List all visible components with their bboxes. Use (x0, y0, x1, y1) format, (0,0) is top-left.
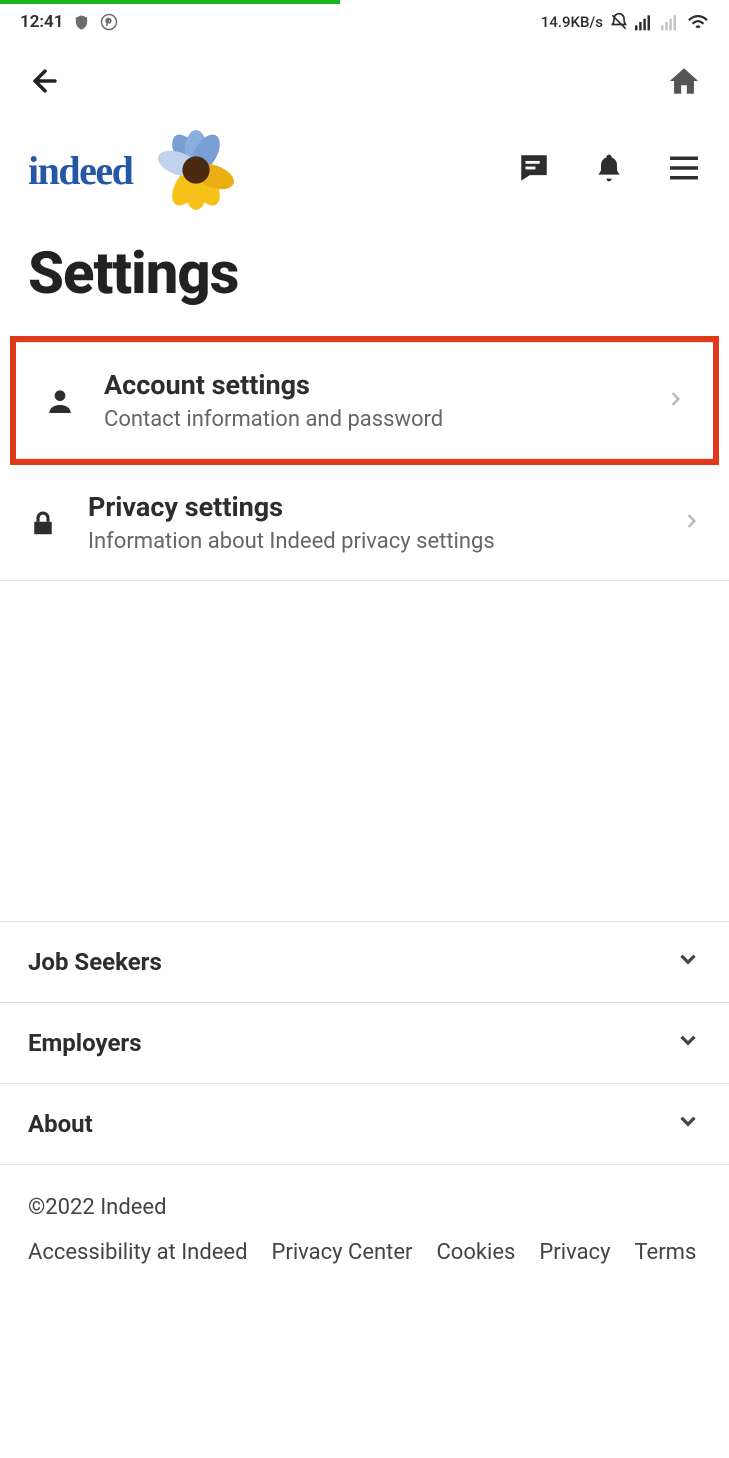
indeed-logo[interactable]: indeed (28, 147, 132, 194)
signal-icon (635, 13, 655, 31)
pinterest-icon (100, 13, 118, 31)
wifi-icon (687, 13, 709, 31)
page-title: Settings (0, 240, 729, 336)
chevron-down-icon (675, 1027, 701, 1059)
status-time: 12:41 (20, 12, 63, 32)
footer-link-accessibility[interactable]: Accessibility at Indeed (28, 1240, 247, 1265)
status-net-speed: 14.9KB/s (541, 13, 603, 31)
setting-title: Privacy settings (88, 491, 681, 523)
lock-icon (28, 508, 74, 538)
account-settings-item[interactable]: Account settings Contact information and… (16, 342, 713, 459)
footer-section-job-seekers[interactable]: Job Seekers (0, 921, 729, 1002)
footer-section-employers[interactable]: Employers (0, 1002, 729, 1083)
messages-button[interactable] (517, 151, 551, 189)
footer-link-privacy-center[interactable]: Privacy Center (271, 1240, 412, 1265)
footer-link-privacy[interactable]: Privacy (539, 1240, 610, 1265)
signal-weak-icon (661, 13, 681, 31)
footer-section-label: Job Seekers (28, 948, 162, 976)
footer-section-about[interactable]: About (0, 1083, 729, 1165)
shield-icon (73, 14, 90, 31)
chevron-right-icon (665, 389, 685, 413)
notifications-button[interactable] (593, 152, 625, 188)
chevron-right-icon (681, 511, 701, 535)
setting-desc: Information about Indeed privacy setting… (88, 529, 681, 554)
footer-section-label: About (28, 1110, 93, 1138)
setting-desc: Contact information and password (104, 407, 665, 432)
menu-button[interactable] (667, 154, 701, 186)
chevron-down-icon (675, 1108, 701, 1140)
sunflower-icon (156, 130, 236, 210)
status-bar: 12:41 14.9KB/s (0, 0, 729, 44)
mute-icon (609, 12, 629, 32)
setting-title: Account settings (104, 369, 665, 401)
footer-link-terms[interactable]: Terms (634, 1240, 696, 1265)
privacy-settings-item[interactable]: Privacy settings Information about Indee… (0, 465, 729, 581)
footer-section-label: Employers (28, 1029, 142, 1057)
home-button[interactable] (667, 64, 701, 102)
status-progress-strip (0, 0, 340, 4)
back-button[interactable] (28, 64, 62, 102)
account-settings-highlight: Account settings Contact information and… (10, 336, 719, 465)
legal-footer: ©2022 Indeed Accessibility at Indeed Pri… (0, 1165, 729, 1295)
chevron-down-icon (675, 946, 701, 978)
copyright-text: ©2022 Indeed (28, 1195, 701, 1220)
person-icon (44, 385, 90, 417)
footer-link-cookies[interactable]: Cookies (436, 1240, 515, 1265)
